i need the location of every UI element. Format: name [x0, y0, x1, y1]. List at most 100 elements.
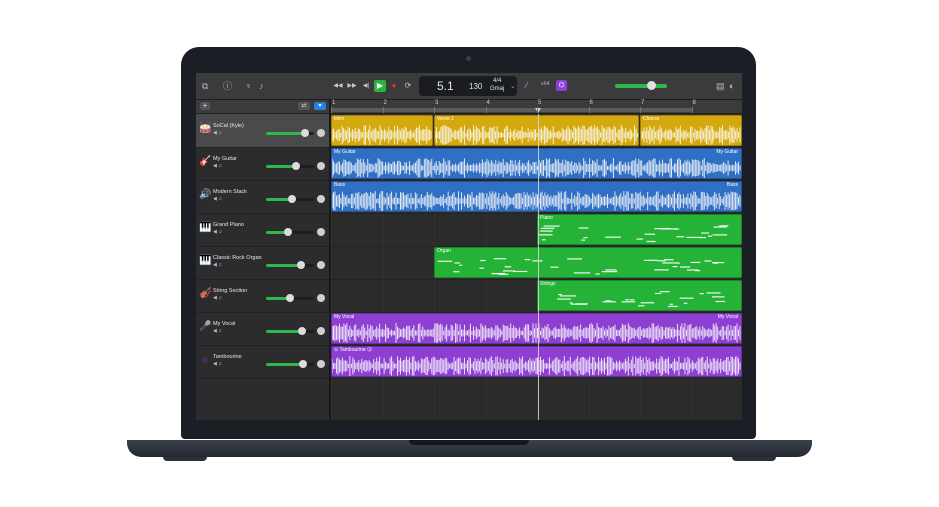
track-volume-slider[interactable]: [266, 162, 314, 170]
smart-controls-icon[interactable]: ⓘ: [223, 80, 232, 92]
mute-solo-controls[interactable]: ◀ ♫: [213, 130, 222, 136]
track-name: Modern Stack: [213, 189, 247, 195]
master-effects-icon[interactable]: ⌬: [556, 80, 567, 91]
track-volume-slider[interactable]: [266, 327, 314, 335]
record-button[interactable]: ●: [388, 80, 400, 92]
filter-icon[interactable]: ⇄: [298, 102, 310, 110]
pan-knob[interactable]: [317, 327, 325, 335]
pan-knob[interactable]: [317, 162, 325, 170]
audio-region[interactable]: My Guitar My Guitar: [331, 148, 742, 179]
midi-note: [538, 234, 553, 236]
volume-knob[interactable]: [301, 129, 310, 137]
pan-knob[interactable]: [317, 360, 325, 368]
volume-knob[interactable]: [288, 195, 297, 203]
midi-region[interactable]: Strings: [537, 280, 742, 311]
timeline-ruler[interactable]: 1 2 3 4 5 6 7 8: [331, 100, 742, 114]
editors-icon[interactable]: ♆: [245, 80, 252, 92]
catch-playhead-button[interactable]: ▾: [314, 102, 326, 110]
mute-solo-controls[interactable]: ◀ ♫: [213, 196, 222, 202]
volume-knob[interactable]: [286, 294, 294, 302]
media-browser-icon[interactable]: ◐: [729, 80, 734, 92]
mute-solo-controls[interactable]: ◀ ♫: [213, 163, 222, 169]
midi-note: [540, 227, 555, 229]
playhead[interactable]: [538, 114, 539, 420]
midi-region[interactable]: Piano: [537, 214, 742, 245]
tuner-icon[interactable]: ⁄: [526, 80, 527, 92]
volume-knob[interactable]: [299, 360, 308, 368]
midi-notes: [557, 291, 726, 308]
track-volume-slider[interactable]: [266, 129, 314, 137]
track-volume-slider[interactable]: [266, 261, 314, 269]
track-header[interactable]: 🔊 Modern Stack ◀ ♫: [196, 180, 329, 214]
instrument-icon: 🎤: [199, 321, 212, 332]
laptop-foot-left: [163, 457, 207, 461]
count-in-button[interactable]: ≡64: [541, 81, 549, 87]
ruler-bar-number: 8: [692, 100, 696, 106]
ruler-tick: [485, 107, 487, 113]
track-volume-slider[interactable]: [266, 360, 314, 368]
track-header[interactable]: 🎻 String Section ◀ ♫: [196, 279, 329, 313]
track-header[interactable]: ☼ Tambourine ◀ ♫: [196, 345, 329, 379]
mute-solo-controls[interactable]: ◀ ♫: [213, 361, 222, 367]
metronome-icon[interactable]: ♪: [259, 80, 264, 92]
rewind-button[interactable]: ◀◀: [332, 80, 344, 92]
pan-knob[interactable]: [317, 195, 325, 203]
track-volume-slider[interactable]: [266, 228, 314, 236]
audio-region[interactable]: Chorus: [640, 115, 742, 146]
track-header[interactable]: 🎹 Classic Rock Organ ◀ ♫: [196, 246, 329, 280]
track-header[interactable]: 🎤 My Vocal ◀ ♫: [196, 312, 329, 346]
midi-note: [704, 260, 712, 262]
laptop-opening-notch: [409, 440, 529, 445]
track-header[interactable]: 🥁 SoCal (Kyle) ◀ ♫: [196, 114, 329, 148]
mute-solo-controls[interactable]: ◀ ♫: [213, 262, 222, 268]
pan-knob[interactable]: [317, 294, 325, 302]
add-track-button[interactable]: +: [200, 102, 210, 110]
mute-solo-controls[interactable]: ◀ ♫: [213, 328, 222, 334]
chevron-down-icon[interactable]: ⌄: [510, 82, 516, 90]
lcd-display[interactable]: 5.1 130 4/4 Gmaj ⌄: [419, 76, 517, 96]
midi-region[interactable]: Organ: [434, 247, 742, 278]
track-header[interactable]: 🎹 Grand Piano ◀ ♫: [196, 213, 329, 247]
midi-note: [644, 233, 656, 235]
master-volume-slider[interactable]: [615, 81, 667, 90]
pan-knob[interactable]: [317, 261, 325, 269]
region-label: ⊙ Tambourine ⓶: [334, 347, 373, 353]
play-button[interactable]: ▶: [374, 80, 386, 92]
track-volume-slider[interactable]: [266, 195, 314, 203]
instrument-icon: ☼: [200, 354, 210, 365]
cycle-button[interactable]: ⟳: [402, 80, 414, 92]
time-signature: 4/4: [493, 78, 502, 84]
tracks-area[interactable]: Intro Verse 1 Chorus My Guitar My Guitar Bass…: [331, 114, 742, 420]
audio-region[interactable]: Bass Bass: [331, 181, 742, 212]
track-name: My Vocal: [213, 321, 236, 327]
cycle-region[interactable]: [331, 108, 693, 112]
mute-solo-controls[interactable]: ◀ ♫: [213, 229, 222, 235]
library-icon[interactable]: ⧉: [202, 80, 208, 92]
playhead-handle[interactable]: [535, 108, 541, 113]
midi-note: [686, 269, 699, 271]
audio-region[interactable]: ⊙ Tambourine ⓶: [331, 346, 742, 377]
pan-knob[interactable]: [317, 129, 325, 137]
volume-knob[interactable]: [298, 327, 306, 335]
audio-region[interactable]: My Vocal My Vocal: [331, 313, 742, 344]
loop-browser-icon[interactable]: ▤: [716, 80, 725, 92]
volume-knob[interactable]: [283, 228, 292, 236]
audio-region[interactable]: Verse 1: [434, 115, 639, 146]
midi-note: [543, 225, 560, 227]
mute-solo-controls[interactable]: ◀ ♫: [213, 295, 222, 301]
master-volume-knob[interactable]: [647, 81, 657, 90]
volume-knob[interactable]: [296, 261, 305, 269]
midi-note: [493, 258, 507, 260]
go-to-start-button[interactable]: ◀|: [360, 80, 372, 92]
midi-note: [706, 292, 721, 294]
pan-knob[interactable]: [317, 228, 325, 236]
midi-note: [711, 296, 725, 298]
track-volume-slider[interactable]: [266, 294, 314, 302]
fast-forward-button[interactable]: ▶▶: [346, 80, 358, 92]
region-label: Bass: [334, 182, 346, 188]
track-header[interactable]: 🎸 My Guitar ◀ ♫: [196, 147, 329, 181]
midi-note: [540, 230, 553, 232]
garageband-window: ⧉ ⓘ ♆ ♪ ◀◀ ▶▶ ◀| ▶ ● ⟳ 5.1 130 4/4 Gmaj …: [196, 73, 742, 420]
audio-region[interactable]: Intro: [331, 115, 433, 146]
volume-knob[interactable]: [291, 162, 300, 170]
